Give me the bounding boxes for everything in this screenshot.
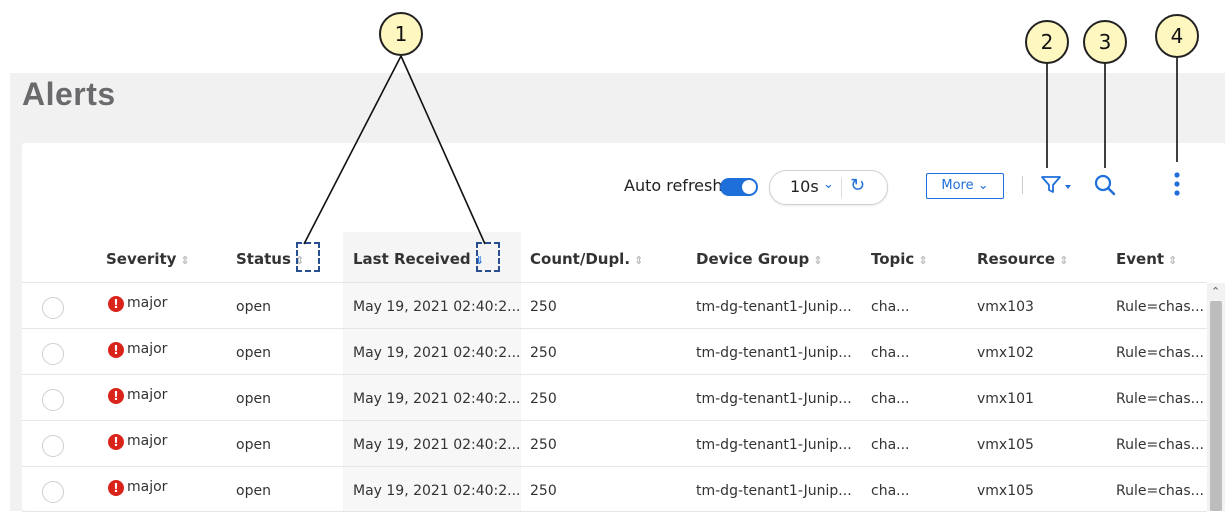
callout-4: 4 (1155, 14, 1199, 58)
callout-3: 3 (1083, 20, 1127, 64)
callout-2: 2 (1025, 20, 1069, 64)
callout-leader-lines (303, 55, 1178, 245)
row-divider (22, 511, 1207, 512)
callout-1: 1 (379, 12, 423, 56)
